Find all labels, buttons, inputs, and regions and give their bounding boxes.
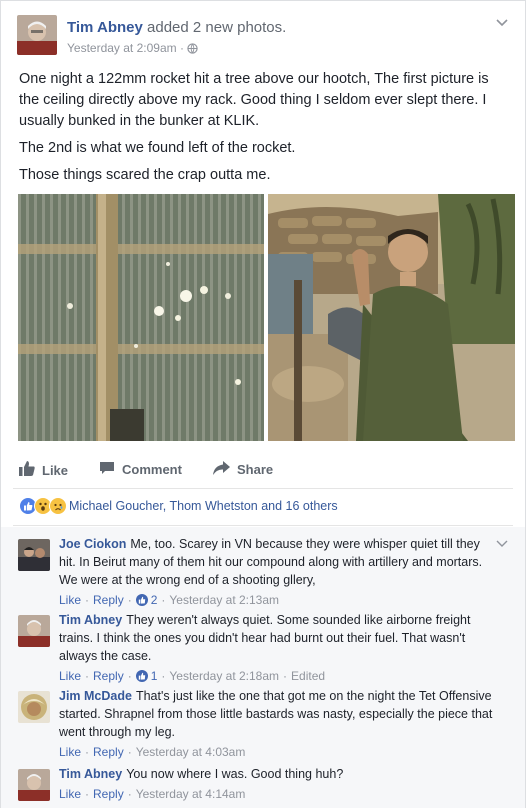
- avatar[interactable]: [18, 539, 50, 571]
- like-label: Like: [42, 462, 69, 478]
- like-count-number: 2: [150, 593, 158, 607]
- comment-reply-link[interactable]: Reply: [93, 667, 124, 685]
- comment-body: Jim McDade That's just like the one that …: [59, 687, 499, 761]
- avatar[interactable]: [17, 15, 57, 55]
- share-button[interactable]: Share: [213, 461, 273, 478]
- comment-timestamp[interactable]: Yesterday at 2:13am: [169, 591, 279, 609]
- post-card: Tim Abney added 2 new photos. Yesterday …: [0, 0, 526, 808]
- comment-links: Like · Reply · 1 · Yesterday at 2:18am ·…: [59, 667, 326, 685]
- comment-like-count[interactable]: 2: [135, 591, 158, 609]
- like-button[interactable]: Like: [19, 461, 68, 479]
- chevron-down-icon[interactable]: [496, 535, 508, 553]
- comment-timestamp[interactable]: Yesterday at 4:14am: [136, 785, 246, 803]
- author-name[interactable]: Tim Abney: [67, 19, 143, 36]
- comment-reply-link[interactable]: Reply: [93, 785, 124, 803]
- comment-links: Like · Reply · Yesterday at 4:14am: [59, 785, 246, 803]
- photo-ceiling[interactable]: [18, 194, 264, 441]
- comment-label: Comment: [122, 462, 182, 477]
- comment-author[interactable]: Jim McDade: [59, 689, 132, 703]
- photo-grid: [18, 194, 515, 441]
- divider: [13, 525, 513, 526]
- like-reaction-icon: [135, 670, 148, 682]
- comment-like-link[interactable]: Like: [59, 785, 81, 803]
- post-text: One night a 122mm rocket hit a tree abov…: [19, 69, 511, 192]
- comment-author[interactable]: Tim Abney: [59, 613, 122, 627]
- comments-section: Joe Ciokon Me, too. Scarey in VN because …: [1, 527, 525, 808]
- comment-text: You now where I was. Good thing huh?: [126, 767, 344, 781]
- post-author-line: Tim Abney added 2 new photos.: [67, 19, 286, 36]
- like-reaction-icon: [135, 594, 148, 606]
- comment-author[interactable]: Joe Ciokon: [59, 537, 126, 551]
- globe-icon: [187, 43, 199, 57]
- reactions-summary[interactable]: Michael Goucher, Thom Whetston and 16 ot…: [19, 496, 338, 516]
- comment-reply-link[interactable]: Reply: [93, 591, 124, 609]
- comment-body: Tim Abney You now where I was. Good thing…: [59, 765, 499, 803]
- reaction-icons: [19, 497, 67, 515]
- comment-like-count[interactable]: 1: [135, 667, 158, 685]
- share-icon: [213, 461, 237, 478]
- post-paragraph: The 2nd is what we found left of the roc…: [19, 140, 296, 156]
- comment-like-link[interactable]: Like: [59, 667, 81, 685]
- comment-body: Tim Abney They weren't always quiet. Some…: [59, 611, 499, 685]
- comment-reply-link[interactable]: Reply: [93, 743, 124, 761]
- share-label: Share: [237, 462, 274, 477]
- thumbs-up-icon: [19, 461, 42, 479]
- post-actions: Like Comment Share: [19, 456, 511, 484]
- comment-timestamp[interactable]: Yesterday at 4:03am: [136, 743, 246, 761]
- post-timestamp[interactable]: Yesterday at 2:09am: [67, 41, 177, 55]
- reactions-text[interactable]: Michael Goucher, Thom Whetston and 16 ot…: [69, 499, 338, 513]
- sad-reaction-icon: [49, 497, 67, 515]
- comment-links: Like · Reply · 2 · Yesterday at 2:13am: [59, 591, 280, 609]
- comment-button[interactable]: Comment: [99, 461, 182, 478]
- avatar[interactable]: [18, 691, 50, 723]
- post-paragraph: One night a 122mm rocket hit a tree abov…: [19, 71, 489, 129]
- post-paragraph: Those things scared the crap outta me.: [19, 167, 271, 183]
- comment-icon: [99, 461, 122, 478]
- post-meta: Yesterday at 2:09am ·: [67, 41, 199, 57]
- comment-edited-label[interactable]: Edited: [291, 667, 325, 685]
- chevron-down-icon[interactable]: [495, 15, 509, 27]
- comment-like-link[interactable]: Like: [59, 743, 81, 761]
- avatar[interactable]: [18, 769, 50, 801]
- comment-links: Like · Reply · Yesterday at 4:03am: [59, 743, 246, 761]
- comment-body: Joe Ciokon Me, too. Scarey in VN because …: [59, 535, 499, 609]
- comment-author[interactable]: Tim Abney: [59, 767, 122, 781]
- post-header: Tim Abney added 2 new photos. Yesterday …: [17, 15, 509, 61]
- comment-like-link[interactable]: Like: [59, 591, 81, 609]
- post-verb: added 2 new photos.: [147, 19, 287, 36]
- avatar[interactable]: [18, 615, 50, 647]
- like-count-number: 1: [150, 669, 158, 683]
- photo-soldier[interactable]: [268, 194, 515, 441]
- comment-timestamp[interactable]: Yesterday at 2:18am: [169, 667, 279, 685]
- divider: [13, 488, 513, 489]
